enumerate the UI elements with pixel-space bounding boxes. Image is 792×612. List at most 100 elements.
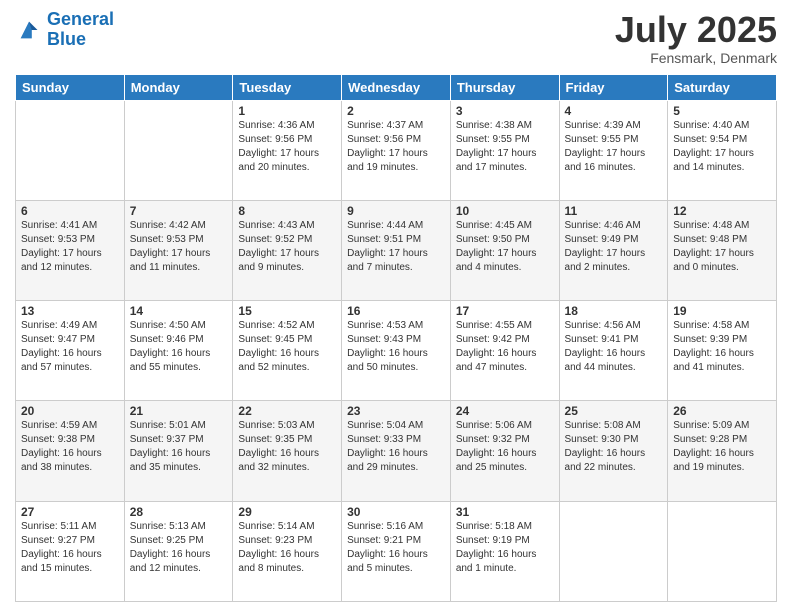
location: Fensmark, Denmark xyxy=(615,50,777,66)
calendar-cell: 5Sunrise: 4:40 AMSunset: 9:54 PMDaylight… xyxy=(668,100,777,200)
calendar-cell: 8Sunrise: 4:43 AMSunset: 9:52 PMDaylight… xyxy=(233,200,342,300)
calendar-cell: 30Sunrise: 5:16 AMSunset: 9:21 PMDayligh… xyxy=(342,501,451,601)
header: General Blue July 2025 Fensmark, Denmark xyxy=(15,10,777,66)
calendar-cell: 19Sunrise: 4:58 AMSunset: 9:39 PMDayligh… xyxy=(668,301,777,401)
calendar-cell: 22Sunrise: 5:03 AMSunset: 9:35 PMDayligh… xyxy=(233,401,342,501)
day-number: 15 xyxy=(238,304,336,318)
day-info: Sunrise: 5:08 AMSunset: 9:30 PMDaylight:… xyxy=(565,419,663,475)
calendar-cell: 15Sunrise: 4:52 AMSunset: 9:45 PMDayligh… xyxy=(233,301,342,401)
day-number: 25 xyxy=(565,404,663,418)
day-info: Sunrise: 4:39 AMSunset: 9:55 PMDaylight:… xyxy=(565,119,663,175)
day-number: 17 xyxy=(456,304,554,318)
calendar-cell: 20Sunrise: 4:59 AMSunset: 9:38 PMDayligh… xyxy=(16,401,125,501)
calendar-week-row: 13Sunrise: 4:49 AMSunset: 9:47 PMDayligh… xyxy=(16,301,777,401)
calendar-cell: 23Sunrise: 5:04 AMSunset: 9:33 PMDayligh… xyxy=(342,401,451,501)
day-number: 11 xyxy=(565,204,663,218)
day-number: 16 xyxy=(347,304,445,318)
day-info: Sunrise: 4:44 AMSunset: 9:51 PMDaylight:… xyxy=(347,219,445,275)
day-of-week-header: Sunday xyxy=(16,74,125,100)
calendar-cell: 26Sunrise: 5:09 AMSunset: 9:28 PMDayligh… xyxy=(668,401,777,501)
day-number: 30 xyxy=(347,505,445,519)
day-number: 1 xyxy=(238,104,336,118)
day-info: Sunrise: 5:16 AMSunset: 9:21 PMDaylight:… xyxy=(347,520,445,576)
calendar-cell: 10Sunrise: 4:45 AMSunset: 9:50 PMDayligh… xyxy=(450,200,559,300)
day-number: 4 xyxy=(565,104,663,118)
calendar-cell: 4Sunrise: 4:39 AMSunset: 9:55 PMDaylight… xyxy=(559,100,668,200)
day-of-week-header: Saturday xyxy=(668,74,777,100)
day-info: Sunrise: 4:58 AMSunset: 9:39 PMDaylight:… xyxy=(673,319,771,375)
calendar-cell: 1Sunrise: 4:36 AMSunset: 9:56 PMDaylight… xyxy=(233,100,342,200)
calendar-cell: 17Sunrise: 4:55 AMSunset: 9:42 PMDayligh… xyxy=(450,301,559,401)
calendar-cell: 13Sunrise: 4:49 AMSunset: 9:47 PMDayligh… xyxy=(16,301,125,401)
day-info: Sunrise: 5:18 AMSunset: 9:19 PMDaylight:… xyxy=(456,520,554,576)
day-of-week-header: Monday xyxy=(124,74,233,100)
calendar-cell: 2Sunrise: 4:37 AMSunset: 9:56 PMDaylight… xyxy=(342,100,451,200)
day-of-week-header: Friday xyxy=(559,74,668,100)
calendar-cell: 18Sunrise: 4:56 AMSunset: 9:41 PMDayligh… xyxy=(559,301,668,401)
day-info: Sunrise: 4:36 AMSunset: 9:56 PMDaylight:… xyxy=(238,119,336,175)
calendar-cell: 12Sunrise: 4:48 AMSunset: 9:48 PMDayligh… xyxy=(668,200,777,300)
day-number: 6 xyxy=(21,204,119,218)
day-info: Sunrise: 4:43 AMSunset: 9:52 PMDaylight:… xyxy=(238,219,336,275)
day-info: Sunrise: 5:03 AMSunset: 9:35 PMDaylight:… xyxy=(238,419,336,475)
day-info: Sunrise: 4:50 AMSunset: 9:46 PMDaylight:… xyxy=(130,319,228,375)
day-info: Sunrise: 4:56 AMSunset: 9:41 PMDaylight:… xyxy=(565,319,663,375)
day-number: 8 xyxy=(238,204,336,218)
calendar-cell: 7Sunrise: 4:42 AMSunset: 9:53 PMDaylight… xyxy=(124,200,233,300)
day-info: Sunrise: 4:49 AMSunset: 9:47 PMDaylight:… xyxy=(21,319,119,375)
day-info: Sunrise: 5:14 AMSunset: 9:23 PMDaylight:… xyxy=(238,520,336,576)
day-of-week-header: Wednesday xyxy=(342,74,451,100)
day-number: 22 xyxy=(238,404,336,418)
calendar-week-row: 27Sunrise: 5:11 AMSunset: 9:27 PMDayligh… xyxy=(16,501,777,601)
day-number: 13 xyxy=(21,304,119,318)
calendar-week-row: 1Sunrise: 4:36 AMSunset: 9:56 PMDaylight… xyxy=(16,100,777,200)
day-info: Sunrise: 5:06 AMSunset: 9:32 PMDaylight:… xyxy=(456,419,554,475)
calendar-cell xyxy=(559,501,668,601)
day-number: 19 xyxy=(673,304,771,318)
day-info: Sunrise: 5:04 AMSunset: 9:33 PMDaylight:… xyxy=(347,419,445,475)
day-number: 5 xyxy=(673,104,771,118)
day-info: Sunrise: 4:52 AMSunset: 9:45 PMDaylight:… xyxy=(238,319,336,375)
logo-icon xyxy=(15,16,43,44)
day-number: 26 xyxy=(673,404,771,418)
day-info: Sunrise: 4:42 AMSunset: 9:53 PMDaylight:… xyxy=(130,219,228,275)
day-number: 29 xyxy=(238,505,336,519)
day-number: 12 xyxy=(673,204,771,218)
day-number: 24 xyxy=(456,404,554,418)
logo-line2: Blue xyxy=(47,29,86,49)
day-number: 10 xyxy=(456,204,554,218)
calendar-week-row: 6Sunrise: 4:41 AMSunset: 9:53 PMDaylight… xyxy=(16,200,777,300)
calendar: SundayMondayTuesdayWednesdayThursdayFrid… xyxy=(15,74,777,602)
day-info: Sunrise: 4:53 AMSunset: 9:43 PMDaylight:… xyxy=(347,319,445,375)
calendar-cell: 27Sunrise: 5:11 AMSunset: 9:27 PMDayligh… xyxy=(16,501,125,601)
day-info: Sunrise: 4:55 AMSunset: 9:42 PMDaylight:… xyxy=(456,319,554,375)
title-block: July 2025 Fensmark, Denmark xyxy=(615,10,777,66)
day-number: 9 xyxy=(347,204,445,218)
calendar-cell: 9Sunrise: 4:44 AMSunset: 9:51 PMDaylight… xyxy=(342,200,451,300)
calendar-cell: 28Sunrise: 5:13 AMSunset: 9:25 PMDayligh… xyxy=(124,501,233,601)
calendar-cell: 21Sunrise: 5:01 AMSunset: 9:37 PMDayligh… xyxy=(124,401,233,501)
calendar-cell xyxy=(124,100,233,200)
day-info: Sunrise: 5:13 AMSunset: 9:25 PMDaylight:… xyxy=(130,520,228,576)
day-info: Sunrise: 5:09 AMSunset: 9:28 PMDaylight:… xyxy=(673,419,771,475)
day-number: 27 xyxy=(21,505,119,519)
day-number: 3 xyxy=(456,104,554,118)
calendar-week-row: 20Sunrise: 4:59 AMSunset: 9:38 PMDayligh… xyxy=(16,401,777,501)
day-info: Sunrise: 4:41 AMSunset: 9:53 PMDaylight:… xyxy=(21,219,119,275)
calendar-body: 1Sunrise: 4:36 AMSunset: 9:56 PMDaylight… xyxy=(16,100,777,601)
calendar-cell: 25Sunrise: 5:08 AMSunset: 9:30 PMDayligh… xyxy=(559,401,668,501)
day-number: 18 xyxy=(565,304,663,318)
day-info: Sunrise: 4:48 AMSunset: 9:48 PMDaylight:… xyxy=(673,219,771,275)
page: General Blue July 2025 Fensmark, Denmark… xyxy=(0,0,792,612)
day-number: 7 xyxy=(130,204,228,218)
day-info: Sunrise: 4:45 AMSunset: 9:50 PMDaylight:… xyxy=(456,219,554,275)
day-number: 2 xyxy=(347,104,445,118)
day-number: 28 xyxy=(130,505,228,519)
day-of-week-header: Tuesday xyxy=(233,74,342,100)
calendar-cell: 14Sunrise: 4:50 AMSunset: 9:46 PMDayligh… xyxy=(124,301,233,401)
month-title: July 2025 xyxy=(615,10,777,50)
calendar-cell: 29Sunrise: 5:14 AMSunset: 9:23 PMDayligh… xyxy=(233,501,342,601)
calendar-cell: 11Sunrise: 4:46 AMSunset: 9:49 PMDayligh… xyxy=(559,200,668,300)
calendar-cell: 3Sunrise: 4:38 AMSunset: 9:55 PMDaylight… xyxy=(450,100,559,200)
calendar-cell xyxy=(668,501,777,601)
